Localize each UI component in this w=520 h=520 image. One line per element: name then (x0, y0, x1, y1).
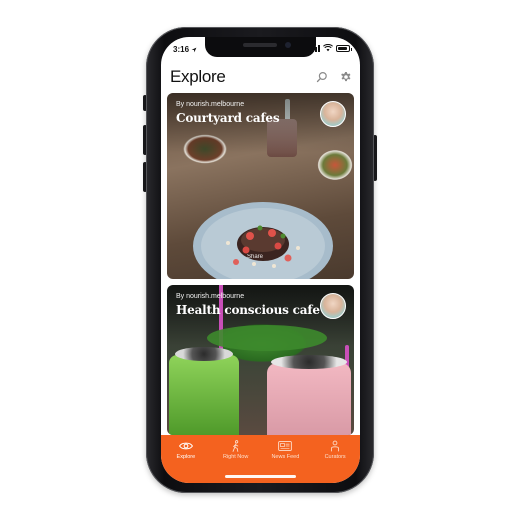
location-arrow-icon (191, 47, 197, 52)
status-time: 3:16 (173, 45, 190, 54)
walking-person-icon (232, 440, 238, 452)
leaf-garnish (207, 325, 327, 351)
collection-card-health-conscious-cafe[interactable]: By nourish.melbourne Health conscious ca… (167, 285, 354, 435)
curator-avatar[interactable] (320, 293, 346, 319)
tab-label: Curators (324, 454, 346, 460)
wifi-icon (323, 44, 333, 52)
food-plate-image (193, 202, 333, 279)
header-actions (316, 70, 352, 83)
notch (205, 37, 316, 57)
front-camera (285, 42, 291, 48)
pink-smoothie-jar (267, 363, 351, 435)
search-button[interactable] (316, 70, 328, 83)
card-byline: By nourish.melbourne (176, 101, 245, 108)
chia-topping-pink (271, 355, 347, 369)
settings-button[interactable] (340, 70, 352, 82)
tab-news-feed[interactable]: News Feed (261, 440, 309, 460)
tab-label: Explore (176, 454, 196, 460)
app-header: Explore (161, 65, 360, 91)
tab-explore[interactable]: Explore (162, 440, 210, 460)
tab-right-now[interactable]: Right Now (212, 440, 260, 460)
curator-avatar[interactable] (320, 101, 346, 127)
chia-topping (175, 347, 233, 361)
battery-icon (336, 44, 352, 52)
card-title: Courtyard cafes (176, 111, 280, 125)
stage: 3:16 Explore By nourish.melbourne Courty… (0, 0, 520, 520)
home-indicator[interactable] (225, 475, 296, 478)
collection-card-courtyard-cafes[interactable]: By nourish.melbourne Courtyard cafes Sha… (167, 93, 354, 279)
status-time-group: 3:16 (173, 45, 197, 54)
speaker-grille (243, 43, 277, 47)
newspaper-icon (278, 441, 293, 451)
tab-curators[interactable]: Curators (311, 440, 359, 460)
share-overlay-label: Share (247, 254, 264, 260)
tab-label: News Feed (271, 454, 300, 460)
gear-icon (341, 72, 351, 82)
card-byline: By nourish.melbourne (176, 293, 245, 300)
page-title: Explore (170, 67, 226, 86)
tab-label: Right Now (222, 454, 249, 460)
eye-icon (178, 442, 193, 450)
card-title: Health conscious cafe (176, 303, 320, 317)
search-icon (316, 71, 327, 83)
person-icon (331, 440, 340, 452)
green-smoothie-jar (169, 355, 239, 435)
phone-screen: 3:16 Explore By nourish.melbourne Courty… (161, 37, 360, 483)
